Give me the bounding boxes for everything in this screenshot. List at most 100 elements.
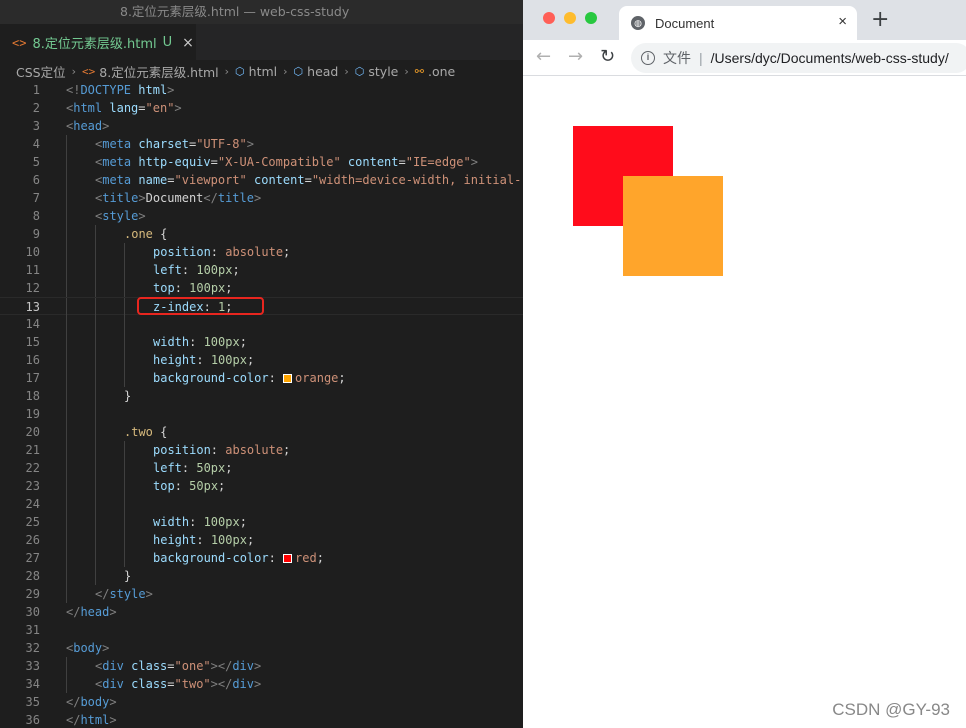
- browser-tab-document[interactable]: ◍ Document ×: [619, 6, 857, 40]
- code-line[interactable]: 31: [0, 621, 523, 639]
- address-bar[interactable]: i 文件 | /Users/dyc/Documents/web-css-stud…: [631, 43, 966, 73]
- code-line[interactable]: 24: [0, 495, 523, 513]
- code-token: <!: [66, 83, 81, 97]
- code-token: >: [470, 155, 478, 169]
- code-line[interactable]: 5 <meta http-equiv="X-UA-Compatible" cont…: [0, 153, 523, 171]
- code-token: charset: [138, 137, 189, 151]
- globe-icon: ◍: [631, 16, 645, 30]
- code-line[interactable]: 4 <meta charset="UTF-8">: [0, 135, 523, 153]
- code-line[interactable]: 36 </html>: [0, 711, 523, 728]
- line-number: 19: [25, 407, 40, 421]
- code-line[interactable]: 30 </head>: [0, 603, 523, 621]
- breadcrumb-file[interactable]: <> 8.定位元素层级.html: [82, 62, 219, 81]
- code-line[interactable]: 19: [0, 405, 523, 423]
- editor-tab-file[interactable]: <> 8.定位元素层级.html U ×: [0, 24, 196, 60]
- close-window-button[interactable]: [543, 12, 555, 24]
- code-token: =: [210, 155, 218, 169]
- forward-arrow-icon[interactable]: →: [568, 46, 583, 68]
- code-token: 100px: [210, 533, 247, 547]
- code-line[interactable]: 32 <body>: [0, 639, 523, 657]
- code-line[interactable]: 20 .two {: [0, 423, 523, 441]
- code-line[interactable]: 12 top: 100px;: [0, 279, 523, 297]
- line-number: 5: [32, 155, 40, 169]
- line-number: 4: [32, 137, 40, 151]
- code-token: :: [181, 461, 197, 475]
- indent-guide: [124, 369, 125, 387]
- code-line[interactable]: 22 left: 50px;: [0, 459, 523, 477]
- close-tab-icon[interactable]: ×: [838, 13, 847, 30]
- browser-tab-strip: ◍ Document × +: [523, 0, 966, 40]
- code-line[interactable]: 18}: [0, 387, 523, 405]
- code-line[interactable]: 8 <style>: [0, 207, 523, 225]
- indent-guide: [95, 441, 96, 459]
- code-line[interactable]: 17 background-color: orange;: [0, 369, 523, 387]
- code-line[interactable]: 2 <html lang="en">: [0, 99, 523, 117]
- line-number: 35: [25, 695, 40, 709]
- new-tab-button[interactable]: +: [871, 9, 889, 31]
- code-line[interactable]: 26 height: 100px;: [0, 531, 523, 549]
- code-line[interactable]: 34 <div class="two"></div>: [0, 675, 523, 693]
- zoom-window-button[interactable]: [585, 12, 597, 24]
- code-line[interactable]: 1 <!DOCTYPE html>: [0, 81, 523, 99]
- code-text: <title>Document</title>: [95, 189, 261, 207]
- minimize-window-button[interactable]: [564, 12, 576, 24]
- code-line[interactable]: 9 .one {: [0, 225, 523, 243]
- code-text: <head>: [66, 117, 109, 135]
- color-swatch[interactable]: [283, 374, 293, 383]
- code-line[interactable]: 11 left: 100px;: [0, 261, 523, 279]
- indent-guide: [124, 549, 125, 567]
- code-token: >: [246, 137, 254, 151]
- indent-guide: [95, 531, 96, 549]
- line-number: 30: [25, 605, 40, 619]
- code-line[interactable]: 21 position: absolute;: [0, 441, 523, 459]
- code-token: ;: [246, 533, 255, 547]
- breadcrumb-folder[interactable]: CSS定位: [16, 62, 66, 81]
- breadcrumb-style[interactable]: ⬡ style: [355, 64, 399, 79]
- code-line[interactable]: 25 width: 100px;: [0, 513, 523, 531]
- breadcrumb-html[interactable]: ⬡ html: [235, 64, 277, 79]
- chevron-right-icon: ›: [283, 64, 288, 78]
- code-token: height: [153, 353, 197, 367]
- code-line[interactable]: 6 <meta name="viewport" content="width=de…: [0, 171, 523, 189]
- code-line[interactable]: 23 top: 50px;: [0, 477, 523, 495]
- code-token: 50px: [196, 461, 226, 475]
- code-text: height: 100px;: [153, 531, 254, 549]
- editor-title-bar: 8.定位元素层级.html — web-css-study: [0, 0, 523, 24]
- code-text: <body>: [66, 639, 109, 657]
- code-token: >: [174, 101, 182, 115]
- indent-guide: [66, 549, 67, 567]
- indent-guide: [66, 387, 67, 405]
- code-token: lang: [109, 101, 139, 115]
- code-line[interactable]: 35 </body>: [0, 693, 523, 711]
- line-number: 24: [25, 497, 40, 511]
- breadcrumb-head[interactable]: ⬡ head: [294, 64, 339, 79]
- color-swatch[interactable]: [283, 554, 293, 563]
- code-token: .one: [124, 227, 153, 241]
- code-line[interactable]: 3 <head>: [0, 117, 523, 135]
- breadcrumb-selector[interactable]: ⚯ .one: [415, 64, 455, 79]
- info-icon[interactable]: i: [641, 51, 655, 65]
- indent-guide: [124, 351, 125, 369]
- indent-guide: [95, 243, 96, 261]
- code-line[interactable]: 7 <title>Document</title>: [0, 189, 523, 207]
- code-token: left: [153, 461, 182, 475]
- indent-guide: [124, 279, 125, 297]
- code-line[interactable]: 15 width: 100px;: [0, 333, 523, 351]
- code-text: </style>: [95, 585, 153, 603]
- close-tab-icon[interactable]: ×: [182, 35, 194, 51]
- line-number: 23: [25, 479, 40, 493]
- reload-icon[interactable]: ↻: [600, 46, 615, 68]
- code-token: >: [109, 713, 117, 727]
- code-area[interactable]: 1 <!DOCTYPE html> 2 <html lang="en"> 3 <head>…: [0, 81, 523, 728]
- code-text: .two {: [124, 423, 167, 441]
- back-arrow-icon[interactable]: ←: [536, 46, 551, 68]
- code-line[interactable]: 16 height: 100px;: [0, 351, 523, 369]
- code-token: body: [73, 641, 103, 655]
- code-line[interactable]: 14: [0, 315, 523, 333]
- code-line[interactable]: 27 background-color: red;: [0, 549, 523, 567]
- code-line[interactable]: 29 </style>: [0, 585, 523, 603]
- code-token: :: [174, 281, 190, 295]
- code-line[interactable]: 33 <div class="one"></div>: [0, 657, 523, 675]
- code-line[interactable]: 28}: [0, 567, 523, 585]
- code-line[interactable]: 10 position: absolute;: [0, 243, 523, 261]
